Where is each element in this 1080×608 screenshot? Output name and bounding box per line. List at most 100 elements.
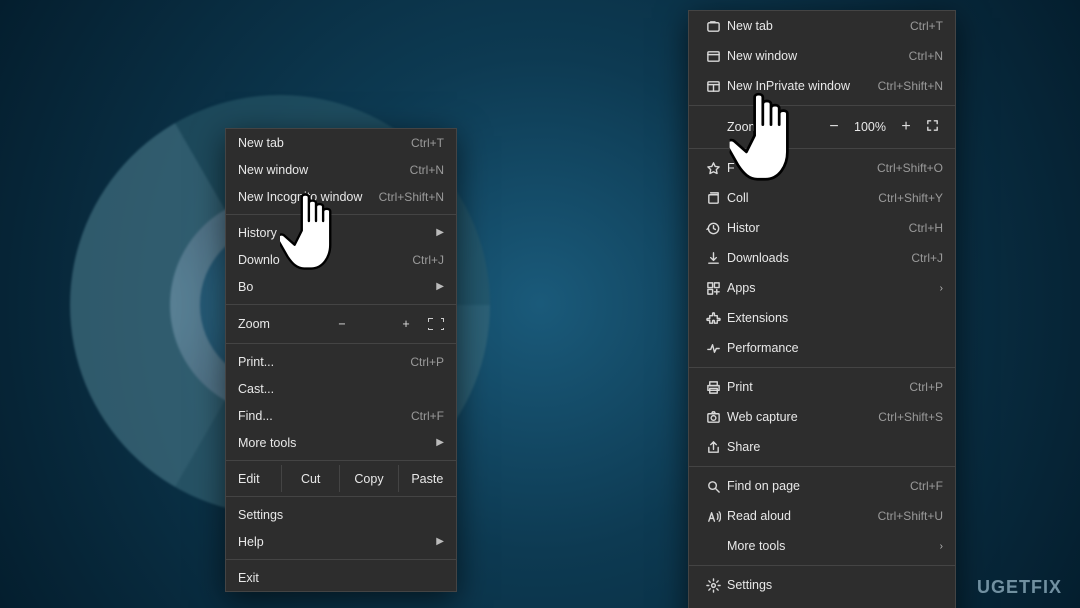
cut-button[interactable]: Cut [282,465,340,492]
share-icon [699,440,727,455]
menu-item-help[interactable]: Help and feedback › [689,600,955,608]
menu-label: F [727,161,867,175]
menu-label: Downlo [238,253,402,267]
menu-label: Read aloud [727,509,868,523]
menu-item-print[interactable]: Print... Ctrl+P [226,348,456,375]
menu-label: Print [727,380,899,394]
zoom-in-button[interactable]: + [893,118,919,136]
menu-item-new-inprivate[interactable]: New InPrivate window Ctrl+Shift+N [689,71,955,101]
menu-shortcut: Ctrl+Shift+U [878,509,943,523]
menu-item-find[interactable]: Find on page Ctrl+F [689,471,955,501]
menu-item-zoom: Zoom − + [226,309,456,339]
separator [226,496,456,497]
menu-item-exit[interactable]: Exit [226,564,456,591]
menu-item-read-aloud[interactable]: Read aloud Ctrl+Shift+U [689,501,955,531]
menu-item-web-capture[interactable]: Web capture Ctrl+Shift+S [689,402,955,432]
menu-item-downloads[interactable]: Downloads Ctrl+J [689,243,955,273]
menu-shortcut: Ctrl+H [909,221,943,235]
chevron-right-icon: › [940,541,943,552]
menu-shortcut: Ctrl+Shift+N [379,190,444,204]
menu-item-apps[interactable]: Apps › [689,273,955,303]
menu-item-new-tab[interactable]: New tab Ctrl+T [226,129,456,156]
menu-item-more-tools[interactable]: More tools › [689,531,955,561]
separator [689,148,955,149]
menu-item-cast[interactable]: Cast... [226,375,456,402]
menu-shortcut: Ctrl+N [909,49,943,63]
menu-label: Help [238,535,428,549]
fullscreen-icon[interactable] [428,318,444,330]
menu-item-favorites[interactable]: F Ctrl+Shift+O [689,153,955,183]
tab-icon [699,19,727,34]
menu-label: Coll [727,191,868,205]
menu-shortcut: Ctrl+P [410,355,444,369]
zoom-label: Zoom [727,120,821,134]
edit-label: Edit [226,465,282,492]
menu-item-help[interactable]: Help ▶ [226,528,456,555]
read-aloud-icon [699,509,727,524]
copy-button[interactable]: Copy [340,465,398,492]
menu-label: Share [727,440,943,454]
menu-label: Exit [238,571,444,585]
menu-item-share[interactable]: Share [689,432,955,462]
chevron-right-icon: › [940,283,943,294]
zoom-out-button[interactable]: − [330,317,354,331]
extensions-icon [699,311,727,326]
zoom-percent: 100% [847,120,893,134]
menu-label: New window [238,163,400,177]
menu-item-new-tab[interactable]: New tab Ctrl+T [689,11,955,41]
menu-item-settings[interactable]: Settings [226,501,456,528]
menu-item-history[interactable]: History ▶ [226,219,456,246]
menu-item-settings[interactable]: Settings [689,570,955,600]
menu-item-more-tools[interactable]: More tools ▶ [226,429,456,456]
paste-button[interactable]: Paste [399,465,456,492]
fullscreen-icon[interactable] [919,118,945,136]
menu-shortcut: Ctrl+F [411,409,444,423]
menu-item-zoom: Zoom − 100% + [689,110,955,144]
menu-label: Find... [238,409,401,423]
history-icon [699,221,727,236]
menu-item-new-incognito[interactable]: New Incognito window Ctrl+Shift+N [226,183,456,210]
separator [226,559,456,560]
zoom-out-button[interactable]: − [821,118,847,136]
menu-label: Downloads [727,251,901,265]
menu-item-new-window[interactable]: New window Ctrl+N [226,156,456,183]
capture-icon [699,410,727,425]
menu-label: Web capture [727,410,868,424]
inprivate-icon [699,79,727,94]
menu-shortcut: Ctrl+T [411,136,444,150]
edge-context-menu: New tab Ctrl+T New window Ctrl+N New InP… [688,10,956,608]
zoom-label: Zoom [238,317,270,331]
menu-shortcut: Ctrl+Shift+O [877,161,943,175]
separator [689,565,955,566]
menu-shortcut: Ctrl+Shift+S [878,410,943,424]
menu-item-print[interactable]: Print Ctrl+P [689,372,955,402]
menu-label: Settings [727,578,943,592]
menu-label: Histor [727,221,899,235]
menu-label: Find on page [727,479,900,493]
menu-shortcut: Ctrl+P [909,380,943,394]
menu-item-find[interactable]: Find... Ctrl+F [226,402,456,429]
print-icon [699,380,727,395]
menu-item-downloads[interactable]: Downlo Ctrl+J [226,246,456,273]
performance-icon [699,341,727,356]
menu-label: New InPrivate window [727,79,868,93]
menu-item-extensions[interactable]: Extensions [689,303,955,333]
menu-item-performance[interactable]: Performance [689,333,955,363]
collections-icon [699,191,727,206]
separator [226,343,456,344]
menu-item-new-window[interactable]: New window Ctrl+N [689,41,955,71]
separator [226,304,456,305]
watermark: UGETFIX [977,577,1062,598]
zoom-in-button[interactable]: + [394,317,418,331]
menu-shortcut: Ctrl+Shift+Y [878,191,943,205]
separator [689,105,955,106]
menu-shortcut: Ctrl+J [911,251,943,265]
menu-item-bookmarks[interactable]: Bo ▶ [226,273,456,300]
window-icon [699,49,727,64]
menu-item-collections[interactable]: Coll Ctrl+Shift+Y [689,183,955,213]
menu-label: Settings [238,508,444,522]
separator [689,367,955,368]
download-icon [699,251,727,266]
menu-item-history[interactable]: Histor Ctrl+H [689,213,955,243]
menu-shortcut: Ctrl+J [412,253,444,267]
